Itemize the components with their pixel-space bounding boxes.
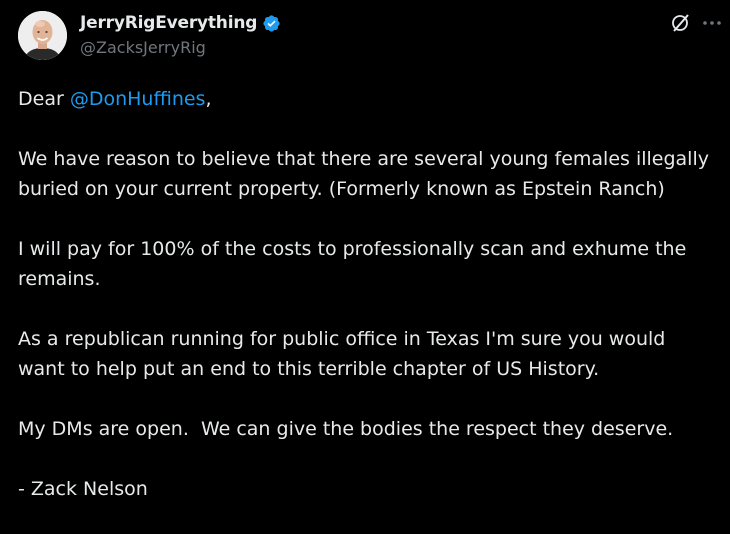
verified-badge-icon[interactable]	[262, 14, 281, 33]
paragraph-appeal: As a republican running for public offic…	[18, 328, 666, 380]
author-display-name[interactable]: JerryRigEverything	[80, 13, 257, 33]
more-options-icon[interactable]	[701, 12, 723, 34]
author-handle[interactable]: @ZacksJerryRig	[80, 38, 206, 57]
grok-icon[interactable]	[670, 12, 692, 34]
greeting-prefix: Dear	[18, 88, 70, 110]
paragraph-offer: I will pay for 100% of the costs to prof…	[18, 238, 687, 290]
signature: - Zack Nelson	[18, 478, 148, 500]
tweet-text: Dear @DonHuffines, We have reason to bel…	[18, 84, 718, 534]
avatar-image	[18, 11, 67, 60]
tweet: JerryRigEverything @ZacksJerryRig Dear @…	[0, 0, 730, 504]
mention-link[interactable]: @DonHuffines	[70, 88, 206, 110]
greeting-suffix: ,	[205, 88, 212, 110]
paragraph-reason: We have reason to believe that there are…	[18, 148, 709, 200]
avatar[interactable]	[18, 11, 67, 60]
author-name-row: JerryRigEverything	[80, 13, 281, 33]
greeting-line: Dear @DonHuffines,	[18, 84, 718, 114]
paragraph-dms: My DMs are open. We can give the bodies …	[18, 418, 674, 440]
